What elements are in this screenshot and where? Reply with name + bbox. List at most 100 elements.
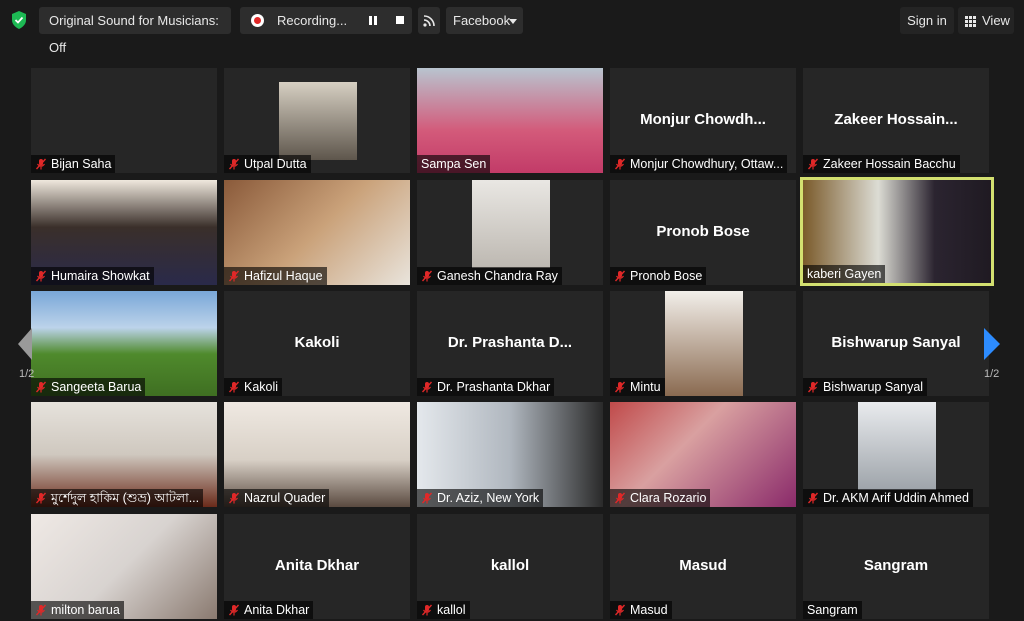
participant-tile[interactable]: kaberi Gayen [800,177,994,286]
participant-name: Hafizul Haque [244,269,323,283]
participant-display-name: Monjur Chowdh... [640,111,766,128]
participant-name-label: Dr. Aziz, New York [417,489,544,507]
security-shield-icon[interactable] [10,10,28,30]
muted-mic-icon [614,270,626,282]
participant-name-label: kaberi Gayen [803,265,886,283]
participant-name-label: Kakoli [224,378,283,396]
top-toolbar: Original Sound for Musicians: Off Record… [0,0,1024,55]
participant-tile[interactable]: Clara Rozario [610,402,796,507]
participant-name: Mintu [630,380,661,394]
participant-name: Masud [630,603,668,617]
participant-tile[interactable]: Dr. Aziz, New York [417,402,603,507]
participant-name-label: milton barua [31,601,124,619]
participant-name-label: Mintu [610,378,665,396]
participant-name: Clara Rozario [630,491,707,505]
pause-recording-icon[interactable] [369,16,378,25]
participant-name: Zakeer Hossain Bacchu [823,157,956,171]
participant-name-label: Hafizul Haque [224,267,327,285]
participant-display-name: Zakeer Hossain... [834,111,958,128]
recording-indicator: Recording... [240,7,412,34]
participant-name: kallol [437,603,466,617]
participant-name: Humaira Showkat [51,269,150,283]
muted-mic-icon [614,381,626,393]
participant-name: মুর্শেদুল হাকিম (শুভ্র) আটলা... [51,491,200,505]
participant-tile[interactable]: Sangeeta Barua [31,291,217,396]
participant-tile[interactable]: milton barua [31,514,217,619]
participant-tile[interactable]: Hafizul Haque [224,180,410,285]
muted-mic-icon [35,270,47,282]
participant-tile[interactable]: Nazrul Quader [224,402,410,507]
participant-name-label: Sangeeta Barua [31,378,146,396]
muted-mic-icon [228,270,240,282]
participant-video-feed [858,402,936,490]
participant-tile[interactable]: Zakeer Hossain... Zakeer Hossain Bacchu [803,68,989,173]
participant-name-label: Bijan Saha [31,155,116,173]
participant-name: milton barua [51,603,120,617]
participant-tile[interactable]: Ganesh Chandra Ray [417,180,603,285]
muted-mic-icon [35,604,47,616]
recording-dot-icon [251,14,264,27]
muted-mic-icon [421,270,433,282]
participant-display-name: Anita Dkhar [274,557,360,574]
participant-video-feed [472,180,550,268]
participant-name-label: Clara Rozario [610,489,711,507]
participant-tile[interactable]: Bishwarup Sanyal Bishwarup Sanyal [803,291,989,396]
participant-tile[interactable]: Mintu [610,291,796,396]
muted-mic-icon [228,158,240,170]
participant-display-name: Dr. Prashanta D... [447,334,573,351]
participant-name: Sangram [807,603,858,617]
original-sound-button[interactable]: Original Sound for Musicians: Off [39,7,231,55]
participant-video-feed [279,82,357,160]
participant-tile[interactable]: Dr. Prashanta D... Dr. Prashanta Dkhar [417,291,603,396]
participant-display-name: kallol [490,557,530,574]
participant-name: Sampa Sen [421,157,487,171]
participant-tile[interactable]: মুর্শেদুল হাকিম (শুভ্র) আটলা... [31,402,217,507]
participant-name-label: Dr. AKM Arif Uddin Ahmed [803,489,973,507]
participant-tile[interactable]: Masud Masud [610,514,796,619]
grid-view-icon [965,16,976,27]
participant-tile[interactable]: Kakoli Kakoli [224,291,410,396]
participant-tile[interactable]: Sangram Sangram [803,514,989,619]
participant-name: Dr. Aziz, New York [437,491,540,505]
participant-tile[interactable]: kallol kallol [417,514,603,619]
participant-tile[interactable]: Bijan Saha [31,68,217,173]
muted-mic-icon [421,492,433,504]
participant-name-label: kallol [417,601,470,619]
facebook-dropdown[interactable]: Facebook [446,7,523,34]
stop-recording-icon[interactable] [396,16,404,24]
muted-mic-icon [614,492,626,504]
muted-mic-icon [421,604,433,616]
sign-in-button[interactable]: Sign in [900,7,954,34]
muted-mic-icon [228,381,240,393]
participant-tile[interactable]: Utpal Dutta [224,68,410,173]
muted-mic-icon [614,604,626,616]
participant-display-name: Kakoli [294,334,340,351]
participant-name: Dr. AKM Arif Uddin Ahmed [823,491,969,505]
chevron-down-icon [509,19,517,24]
muted-mic-icon [807,492,819,504]
participant-tile[interactable]: Humaira Showkat [31,180,217,285]
view-label: View [982,13,1010,28]
participant-tile[interactable]: Anita Dkhar Anita Dkhar [224,514,410,619]
live-stream-button[interactable] [418,7,440,34]
participant-name: Bishwarup Sanyal [823,380,924,394]
participant-display-name: Masud [679,557,727,574]
participant-display-name: Bishwarup Sanyal [831,334,961,351]
participant-name: Anita Dkhar [244,603,310,617]
participant-name-label: Sampa Sen [417,155,491,173]
participant-display-name: Sangram [863,557,929,574]
participant-tile[interactable]: Sampa Sen [417,68,603,173]
participant-tile[interactable]: Monjur Chowdh... Monjur Chowdhury, Ottaw.… [610,68,796,173]
participant-tile[interactable]: Dr. AKM Arif Uddin Ahmed [803,402,989,507]
muted-mic-icon [35,158,47,170]
participant-tile[interactable]: Pronob Bose Pronob Bose [610,180,796,285]
muted-mic-icon [421,381,433,393]
participant-name: Bijan Saha [51,157,112,171]
rss-icon [423,15,435,27]
page-indicator-left: 1/2 [19,368,35,380]
participant-name-label: Pronob Bose [610,267,707,285]
muted-mic-icon [228,492,240,504]
arrow-left-icon [18,328,32,360]
participant-display-name: Pronob Bose [656,223,750,240]
view-button[interactable]: View [958,7,1014,34]
